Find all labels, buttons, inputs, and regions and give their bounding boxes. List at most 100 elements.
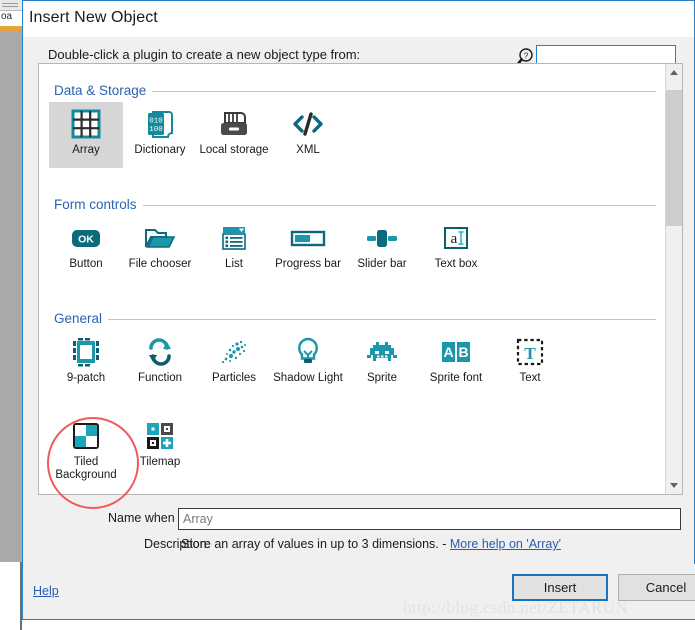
group-divider: [54, 319, 656, 320]
plugin-item-label: List: [225, 258, 243, 270]
svg-text:A: A: [443, 344, 453, 360]
group-data-storage: Data & Storage Array 010 100 Dictionary …: [39, 82, 666, 174]
group-general: General 9-patch Function Particles Shado…: [39, 310, 666, 402]
plugin-item-text[interactable]: T Text: [493, 330, 567, 396]
cancel-button[interactable]: Cancel: [618, 574, 695, 601]
description-text: Store an array of values in up to 3 dime…: [181, 537, 561, 551]
background-window: oa: [0, 0, 22, 630]
plugin-item-sprite-font[interactable]: A B Sprite font: [419, 330, 493, 396]
plugin-item-local-storage[interactable]: Local storage: [197, 102, 271, 168]
plugin-item-progress-bar[interactable]: Progress bar: [271, 216, 345, 282]
svg-text:?: ?: [524, 52, 529, 61]
space-invader-icon: [362, 334, 402, 370]
plugin-item-label: Function: [137, 372, 183, 384]
plugin-item-label: File chooser: [128, 258, 192, 270]
plugin-item-tiled-background[interactable]: Tiled Background: [49, 414, 123, 490]
text-box-icon: a: [436, 220, 476, 256]
plugin-list-panel[interactable]: Data & Storage Array 010 100 Dictionary …: [38, 63, 683, 495]
prompt-label: Double-click a plugin to create a new ob…: [48, 47, 361, 62]
plugin-item-array[interactable]: Array: [49, 102, 123, 168]
code-brackets-icon: [288, 106, 328, 142]
plugin-item-9-patch[interactable]: 9-patch: [49, 330, 123, 396]
plugin-item-tilemap[interactable]: Tilemap: [123, 414, 197, 490]
chevron-up-icon[interactable]: [666, 64, 682, 81]
group-items: 9-patch Function Particles Shadow Light …: [49, 330, 567, 396]
group-items: Array 010 100 Dictionary Local storage X…: [49, 102, 345, 168]
dashed-t-icon: T: [510, 334, 550, 370]
background-window-tab-label: oa: [1, 11, 13, 22]
plugin-item-label: Particles: [211, 372, 257, 384]
checker-tiles-icon: [66, 418, 106, 454]
dialog-footer: Help Insert Cancel: [23, 564, 695, 619]
svg-text:T: T: [524, 344, 536, 363]
lightbulb-icon: [288, 334, 328, 370]
plugin-item-label: XML: [296, 144, 320, 156]
name-when-inserted-input[interactable]: [178, 508, 681, 530]
plugin-item-label: Slider bar: [357, 258, 407, 270]
svg-text:010: 010: [149, 118, 163, 126]
plugin-list-scrollbar[interactable]: [665, 64, 682, 494]
list-dropdown-icon: [214, 220, 254, 256]
plugin-item-shadow-light[interactable]: Shadow Light: [271, 330, 345, 396]
name-when-inserted-row: Name when inserted:: [23, 506, 695, 532]
background-window-menu-line: [2, 3, 18, 4]
plugin-item-sprite[interactable]: Sprite: [345, 330, 419, 396]
plugin-item-label: Text: [519, 372, 541, 384]
plugin-list-inner: Data & Storage Array 010 100 Dictionary …: [39, 64, 666, 494]
slider-bar-icon: [362, 220, 402, 256]
plugin-item-label: Shadow Light: [273, 372, 343, 384]
plugin-item-label: 9-patch: [66, 372, 106, 384]
svg-text:OK: OK: [78, 234, 94, 246]
ab-letters-icon: A B: [436, 334, 476, 370]
plugin-item-label: Sprite font: [429, 372, 483, 384]
binary-book-icon: 010 100: [140, 106, 180, 142]
group-title: Form controls: [54, 197, 143, 212]
dialog-title: Insert New Object: [29, 9, 158, 26]
description-sentence: Store an array of values in up to 3 dime…: [181, 537, 450, 551]
grid-icon: [66, 106, 106, 142]
insert-new-object-dialog: Insert New Object Double-click a plugin …: [22, 0, 695, 620]
nine-patch-icon: [66, 334, 106, 370]
plugin-item-slider-bar[interactable]: Slider bar: [345, 216, 419, 282]
plugin-item-list[interactable]: List: [197, 216, 271, 282]
group-header: Form controls: [54, 196, 143, 214]
plugin-item-file-chooser[interactable]: File chooser: [123, 216, 197, 282]
group-general-continued: Tiled Background Tilemap: [39, 414, 666, 492]
plugin-item-label: Dictionary: [134, 144, 186, 156]
tilemap-icon: [140, 418, 180, 454]
plugin-item-button[interactable]: OK Button: [49, 216, 123, 282]
group-form-controls: Form controls OK Button File chooser Lis…: [39, 196, 666, 288]
plugin-item-label: Button: [69, 258, 103, 270]
chevron-down-icon[interactable]: [666, 477, 682, 494]
insert-button[interactable]: Insert: [512, 574, 608, 601]
group-divider: [54, 205, 656, 206]
more-help-link[interactable]: More help on 'Array': [450, 537, 561, 551]
svg-text:B: B: [458, 344, 468, 360]
open-folder-icon: [140, 220, 180, 256]
group-items: Tiled Background Tilemap: [49, 414, 197, 490]
svg-text:a: a: [451, 231, 458, 247]
plugin-item-label: Tilemap: [139, 456, 181, 468]
group-header: Data & Storage: [54, 82, 153, 100]
group-title: General: [54, 311, 109, 326]
group-items: OK Button File chooser List Progress bar…: [49, 216, 493, 282]
help-link[interactable]: Help: [33, 584, 59, 598]
progress-bar-icon: [288, 220, 328, 256]
plugin-item-label: Text box: [434, 258, 478, 270]
scrollbar-thumb[interactable]: [666, 90, 682, 226]
plugin-item-particles[interactable]: Particles: [197, 330, 271, 396]
plugin-item-text-box[interactable]: a Text box: [419, 216, 493, 282]
group-header: General: [54, 310, 109, 328]
plugin-item-function[interactable]: Function: [123, 330, 197, 396]
plugin-item-label: Sprite: [366, 372, 398, 384]
plugin-item-xml[interactable]: XML: [271, 102, 345, 168]
ok-button-icon: OK: [66, 220, 106, 256]
plugin-item-label: Array: [72, 144, 100, 156]
background-window-menu-line: [2, 6, 18, 7]
dialog-titlebar: Insert New Object: [23, 1, 694, 37]
group-title: Data & Storage: [54, 83, 153, 98]
particles-icon: [214, 334, 254, 370]
description-row: Description: Store an array of values in…: [23, 537, 695, 557]
plugin-item-dictionary[interactable]: 010 100 Dictionary: [123, 102, 197, 168]
plugin-item-label: Progress bar: [275, 258, 341, 270]
